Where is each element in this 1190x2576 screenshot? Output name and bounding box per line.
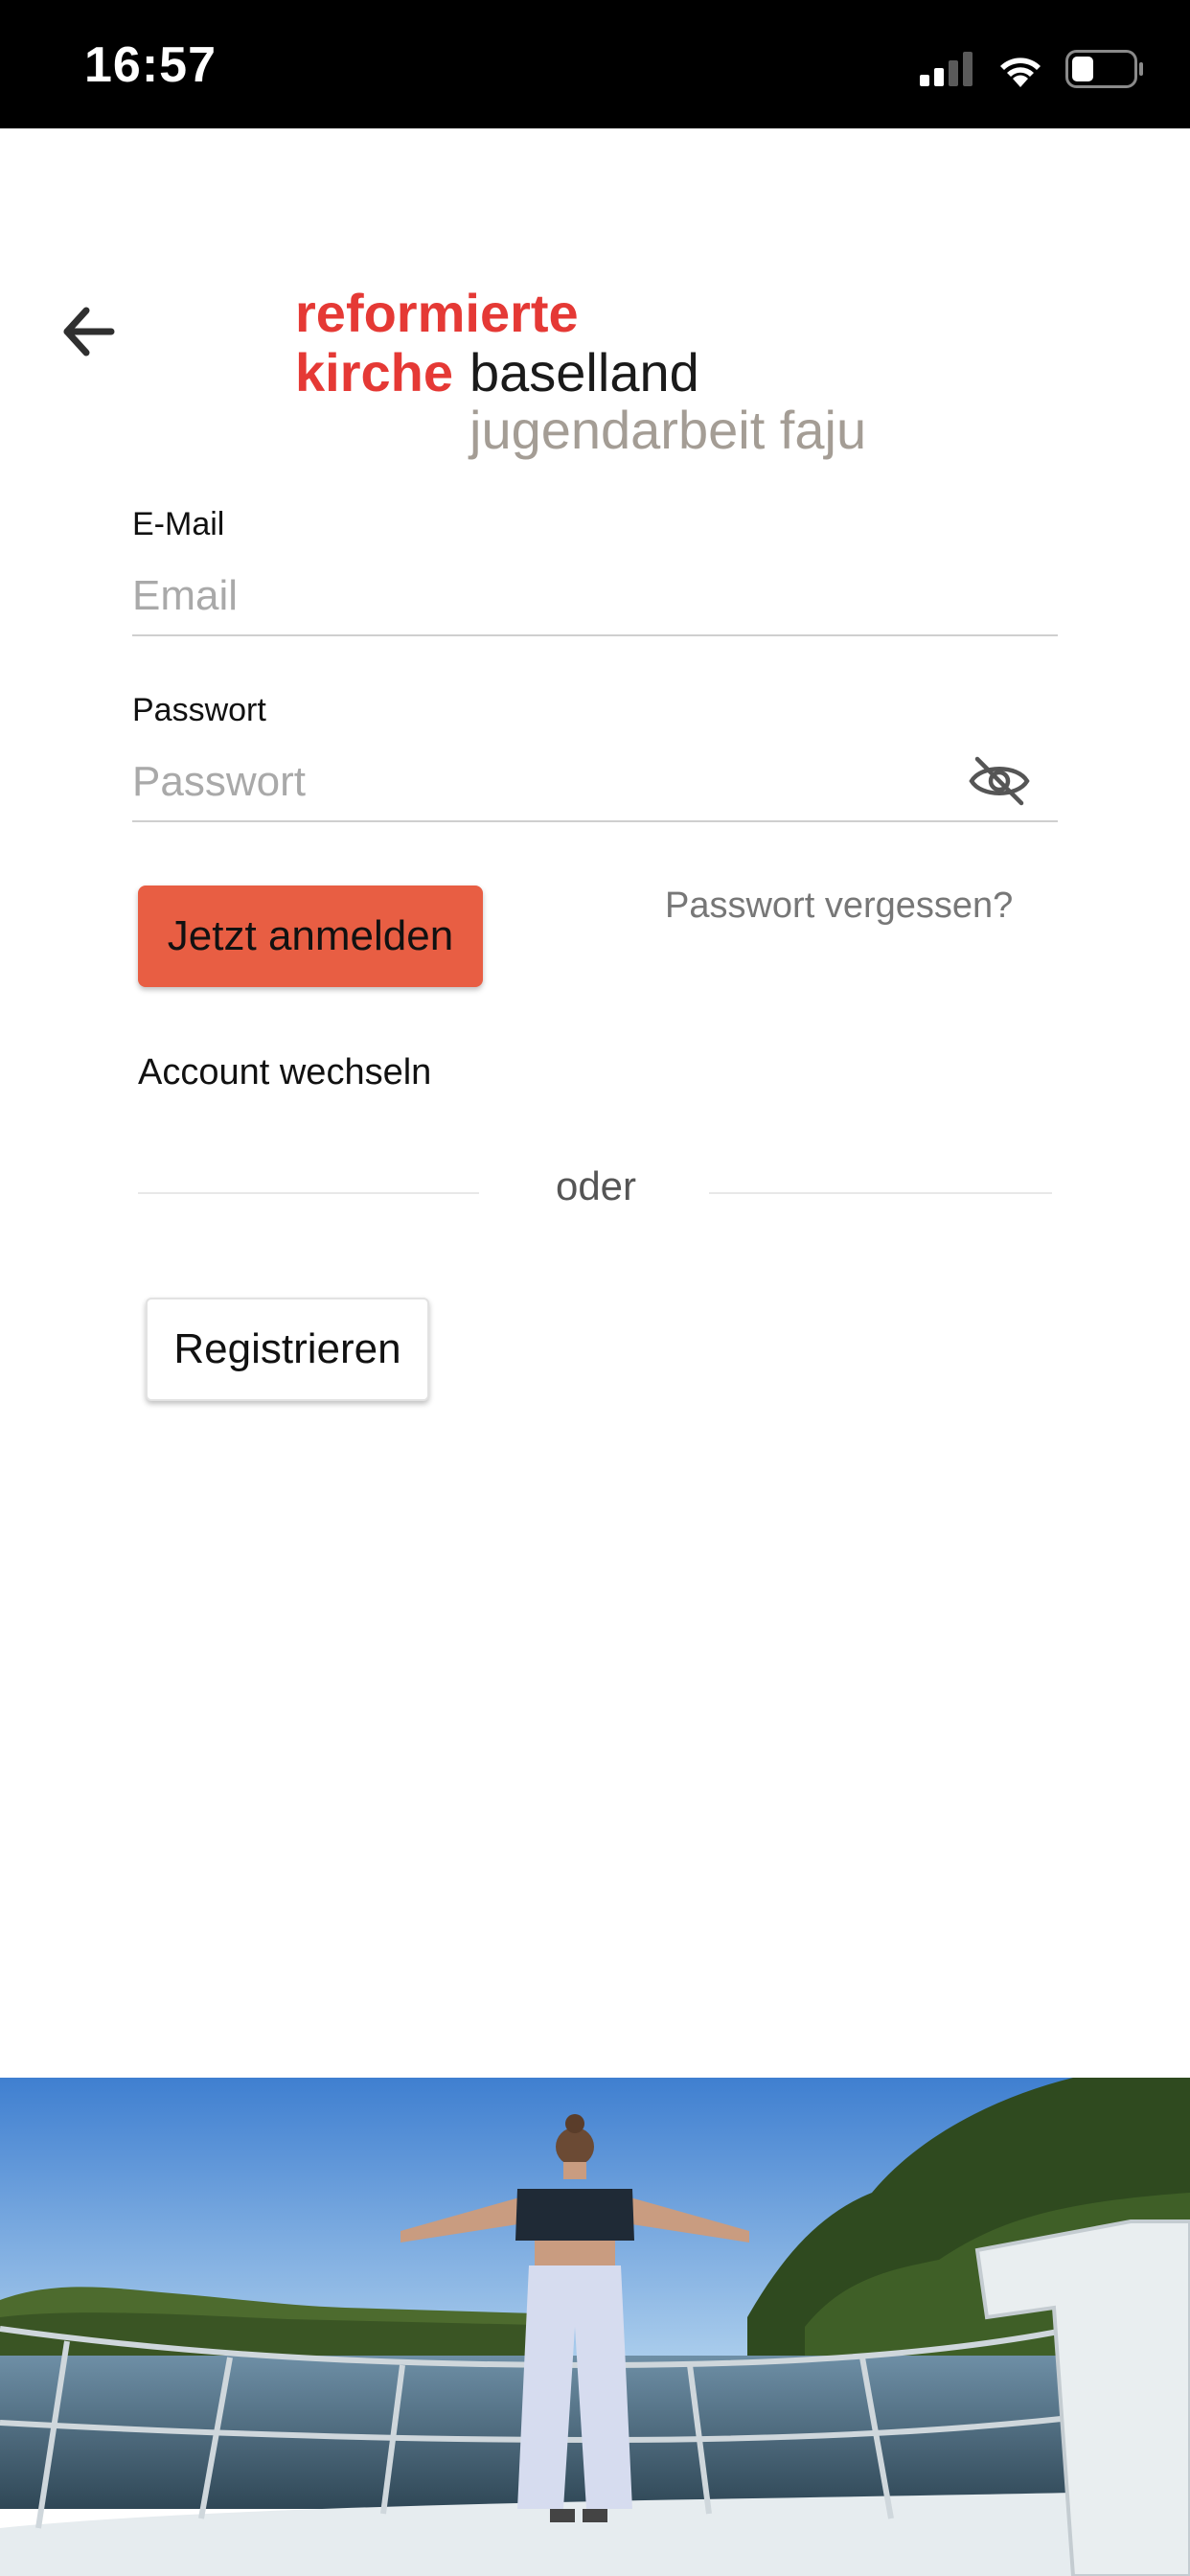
battery-icon <box>1065 50 1143 88</box>
password-visibility-toggle[interactable] <box>968 753 1031 809</box>
signal-icon <box>920 52 973 86</box>
status-bar: 16:57 <box>0 0 1190 128</box>
switch-account-link[interactable]: Account wechseln <box>138 1052 431 1093</box>
brand-logo: reformierte kirche baselland jugendarbei… <box>293 283 916 468</box>
divider-label: oder <box>555 1163 637 1208</box>
password-label: Passwort <box>132 692 266 728</box>
status-icons <box>920 50 1144 88</box>
divider-left <box>138 1192 479 1194</box>
forgot-password-link[interactable]: Passwort vergessen? <box>665 886 1013 927</box>
status-time: 16:57 <box>84 37 217 93</box>
wifi-icon <box>1000 58 1041 87</box>
divider-right <box>709 1192 1052 1194</box>
arrow-left-icon <box>63 307 115 356</box>
back-button[interactable] <box>59 303 117 360</box>
password-field[interactable] <box>132 744 1058 822</box>
register-button[interactable]: Registrieren <box>146 1298 429 1401</box>
logo-line2-red: kirche <box>295 342 453 402</box>
email-field[interactable] <box>132 558 1058 636</box>
login-button[interactable]: Jetzt anmelden <box>138 886 483 987</box>
eye-off-icon <box>969 756 1030 806</box>
email-label: E-Mail <box>132 506 225 542</box>
person-on-boat-bow-photo <box>0 2078 1190 2576</box>
logo-line2-dark: baselland <box>469 342 699 402</box>
logo-line3: jugendarbeit faju <box>468 400 866 460</box>
brand-logo-wordmark: reformierte kirche baselland jugendarbei… <box>295 283 866 460</box>
logo-line1: reformierte <box>295 286 579 343</box>
